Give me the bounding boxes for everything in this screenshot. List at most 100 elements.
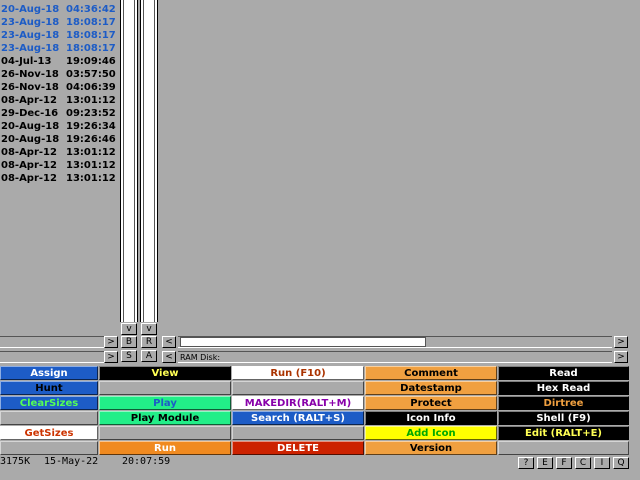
dirtree-button[interactable]: Dirtree xyxy=(498,396,629,410)
file-date: 20-Aug-18 xyxy=(1,4,60,15)
path-right-button[interactable]: > xyxy=(614,351,628,363)
datestamp-button[interactable]: Datestamp xyxy=(365,381,497,395)
file-date: 20-Aug-18 xyxy=(1,134,60,145)
memory-free: 3175K xyxy=(0,456,31,467)
read-button[interactable]: Read xyxy=(498,366,629,380)
hex-read-button[interactable]: Hex Read xyxy=(498,381,629,395)
a-button[interactable]: A xyxy=(141,350,157,362)
file-list-row[interactable]: 08-Apr-12 13:01:12 xyxy=(0,159,118,172)
file-date: 23-Aug-18 xyxy=(1,30,60,41)
file-date: 20-Aug-18 xyxy=(1,121,60,132)
s-button[interactable]: S xyxy=(121,350,137,362)
blank-5-button[interactable] xyxy=(232,426,364,440)
edit-button[interactable]: Edit (RALT+E) xyxy=(498,426,629,440)
file-list-row[interactable]: 23-Aug-18 18:08:17 xyxy=(0,29,118,42)
file-date: 23-Aug-18 xyxy=(1,43,60,54)
file-list-row[interactable]: 26-Nov-18 04:06:39 xyxy=(0,81,118,94)
file-time: 19:09:46 xyxy=(66,56,116,67)
horizontal-scroll-thumb[interactable] xyxy=(180,337,426,347)
scroll-left-button[interactable]: < xyxy=(162,336,176,348)
file-list-row[interactable]: 23-Aug-18 18:08:17 xyxy=(0,16,118,29)
file-time: 04:06:39 xyxy=(66,82,116,93)
protect-button[interactable]: Protect xyxy=(365,396,497,410)
scroll-right-button[interactable]: > xyxy=(614,336,628,348)
file-date: 26-Nov-18 xyxy=(1,69,59,80)
icon-info-button[interactable]: Icon Info xyxy=(365,411,497,425)
file-date: 08-Apr-12 xyxy=(1,173,57,184)
status-button-f[interactable]: F xyxy=(556,457,572,469)
file-list-path-right-button[interactable]: > xyxy=(104,351,118,363)
file-list-hscroll[interactable] xyxy=(0,336,104,348)
file-date: 29-Dec-16 xyxy=(1,108,59,119)
scroll-up-button-left[interactable]: v xyxy=(121,323,137,335)
file-time: 18:08:17 xyxy=(66,17,116,28)
file-date: 08-Apr-12 xyxy=(1,147,57,158)
play-button[interactable]: Play xyxy=(99,396,231,410)
file-time: 19:26:46 xyxy=(66,134,116,145)
status-button-e[interactable]: E xyxy=(537,457,553,469)
hunt-button[interactable]: Hunt xyxy=(0,381,98,395)
assign-button[interactable]: Assign xyxy=(0,366,98,380)
add-icon-button[interactable]: Add Icon xyxy=(365,426,497,440)
file-time: 13:01:12 xyxy=(66,173,116,184)
file-list-row[interactable]: 08-Apr-12 13:01:12 xyxy=(0,146,118,159)
view-button[interactable]: View xyxy=(99,366,231,380)
comment-button[interactable]: Comment xyxy=(365,366,497,380)
file-list-row[interactable]: 23-Aug-18 18:08:17 xyxy=(0,42,118,55)
status-button-help[interactable]: ? xyxy=(518,457,534,469)
file-date: 26-Nov-18 xyxy=(1,82,59,93)
file-list-row[interactable]: 26-Nov-18 03:57:50 xyxy=(0,68,118,81)
play-module-button[interactable]: Play Module xyxy=(99,411,231,425)
shell-f9-button[interactable]: Shell (F9) xyxy=(498,411,629,425)
file-date: 04-Jul-13 xyxy=(1,56,52,67)
file-time: 19:26:34 xyxy=(66,121,116,132)
status-button-q[interactable]: Q xyxy=(613,457,629,469)
blank-3-button[interactable] xyxy=(0,411,98,425)
makedir-button[interactable]: MAKEDIR(RALT+M) xyxy=(232,396,364,410)
clearsizes-button[interactable]: ClearSizes xyxy=(0,396,98,410)
status-button-i[interactable]: I xyxy=(594,457,610,469)
path-left-button[interactable]: < xyxy=(162,351,176,363)
status-date: 15-May-22 xyxy=(44,456,99,467)
scroll-up-button-right[interactable]: v xyxy=(141,323,157,335)
file-time: 03:57:50 xyxy=(66,69,116,80)
blank-6-button[interactable] xyxy=(0,441,98,455)
run-button[interactable]: Run xyxy=(99,441,231,455)
status-button-c[interactable]: C xyxy=(575,457,591,469)
file-list-row[interactable]: 04-Jul-13 19:09:46 xyxy=(0,55,118,68)
blank-4-button[interactable] xyxy=(99,426,231,440)
version-button[interactable]: Version xyxy=(365,441,497,455)
file-time: 04:36:42 xyxy=(66,4,116,15)
file-list-path-bar xyxy=(0,351,104,363)
file-list-row[interactable]: 20-Aug-18 19:26:46 xyxy=(0,133,118,146)
file-time: 09:23:52 xyxy=(66,108,116,119)
file-list-row[interactable]: 20-Aug-18 19:26:34 xyxy=(0,120,118,133)
file-time: 13:01:12 xyxy=(66,95,116,106)
delete-button[interactable]: DELETE xyxy=(232,441,364,455)
file-time: 18:08:17 xyxy=(66,43,116,54)
getsizes-button[interactable]: GetSizes xyxy=(0,426,98,440)
file-date: 23-Aug-18 xyxy=(1,17,60,28)
search-button[interactable]: Search (RALT+S) xyxy=(232,411,364,425)
path-field[interactable]: RAM Disk: xyxy=(178,351,612,363)
file-list-scroll-right-button[interactable]: > xyxy=(104,336,118,348)
file-time: 18:08:17 xyxy=(66,30,116,41)
r-button[interactable]: R xyxy=(141,336,157,348)
file-list-row[interactable]: 29-Dec-16 09:23:52 xyxy=(0,107,118,120)
left-vertical-scrollbar[interactable] xyxy=(120,0,138,322)
file-list-row[interactable]: 20-Aug-18 04:36:42 xyxy=(0,3,118,16)
file-list-row[interactable]: 08-Apr-12 13:01:12 xyxy=(0,172,118,185)
status-time: 20:07:59 xyxy=(122,456,171,467)
file-time: 13:01:12 xyxy=(66,147,116,158)
blank-2-button[interactable] xyxy=(232,381,364,395)
file-list-row[interactable]: 08-Apr-12 13:01:12 xyxy=(0,94,118,107)
right-vertical-scrollbar[interactable] xyxy=(140,0,158,322)
run-f10-button[interactable]: Run (F10) xyxy=(232,366,364,380)
b-button[interactable]: B xyxy=(121,336,137,348)
file-time: 13:01:12 xyxy=(66,160,116,171)
file-date: 08-Apr-12 xyxy=(1,95,57,106)
file-list[interactable]: 20-Aug-18 04:36:42 23-Aug-18 18:08:17 23-Aug… xyxy=(0,0,118,334)
blank-7-button[interactable] xyxy=(498,441,629,455)
file-date: 08-Apr-12 xyxy=(1,160,57,171)
blank-1-button[interactable] xyxy=(99,381,231,395)
